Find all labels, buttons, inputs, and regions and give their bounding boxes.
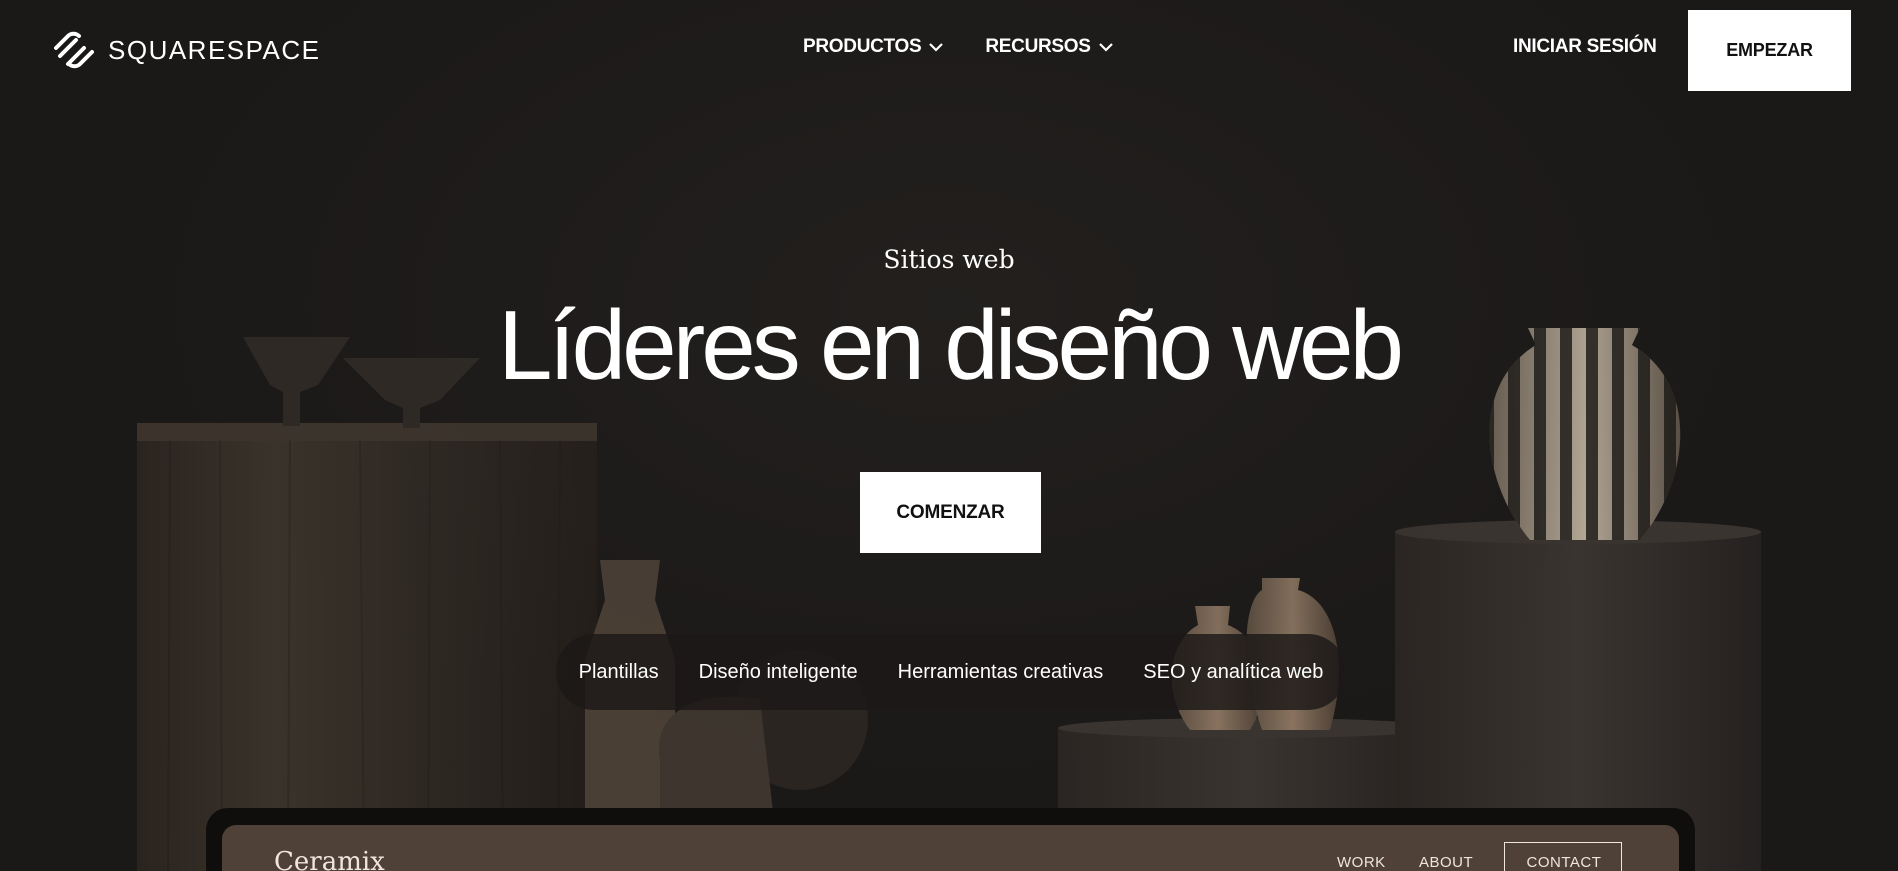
chevron-down-icon	[1098, 43, 1113, 52]
feature-tabs: Plantillas Diseño inteligente Herramient…	[556, 634, 1346, 710]
squarespace-logo-icon	[54, 31, 94, 69]
site-header: SQUARESPACE PRODUCTOS RECURSOS INICIAR S…	[0, 0, 1898, 100]
tab-plantillas[interactable]: Plantillas	[559, 661, 679, 684]
preview-nav-about[interactable]: ABOUT	[1419, 854, 1473, 871]
main-nav: PRODUCTOS RECURSOS	[803, 36, 1113, 58]
tab-herramientas-creativas[interactable]: Herramientas creativas	[878, 661, 1124, 684]
signin-link[interactable]: INICIAR SESIÓN	[1513, 36, 1657, 58]
chevron-down-icon	[929, 43, 944, 52]
logo[interactable]: SQUARESPACE	[50, 30, 321, 70]
tab-diseno-inteligente[interactable]: Diseño inteligente	[679, 661, 878, 684]
nav-recursos[interactable]: RECURSOS	[985, 36, 1113, 58]
preview-contact-button[interactable]: CONTACT	[1504, 842, 1622, 871]
logo-text: SQUARESPACE	[108, 34, 321, 65]
nav-productos[interactable]: PRODUCTOS	[803, 36, 944, 58]
preview-nav-work[interactable]: WORK	[1337, 854, 1386, 871]
comenzar-button[interactable]: COMENZAR	[860, 472, 1041, 553]
hero-headline: Líderes en diseño web	[497, 290, 1404, 400]
template-preview: Ceramix WORK ABOUT CONTACT	[222, 825, 1679, 871]
preview-brand: Ceramix	[274, 847, 385, 871]
preview-contact-label: CONTACT	[1526, 854, 1602, 871]
nav-productos-label: PRODUCTOS	[803, 36, 922, 57]
nav-recursos-label: RECURSOS	[985, 36, 1091, 57]
tab-seo-analitica[interactable]: SEO y analítica web	[1123, 661, 1343, 684]
hero-eyebrow: Sitios web	[883, 245, 1015, 274]
hero-background-image	[137, 328, 1761, 871]
start-button[interactable]: EMPEZAR	[1688, 10, 1851, 91]
